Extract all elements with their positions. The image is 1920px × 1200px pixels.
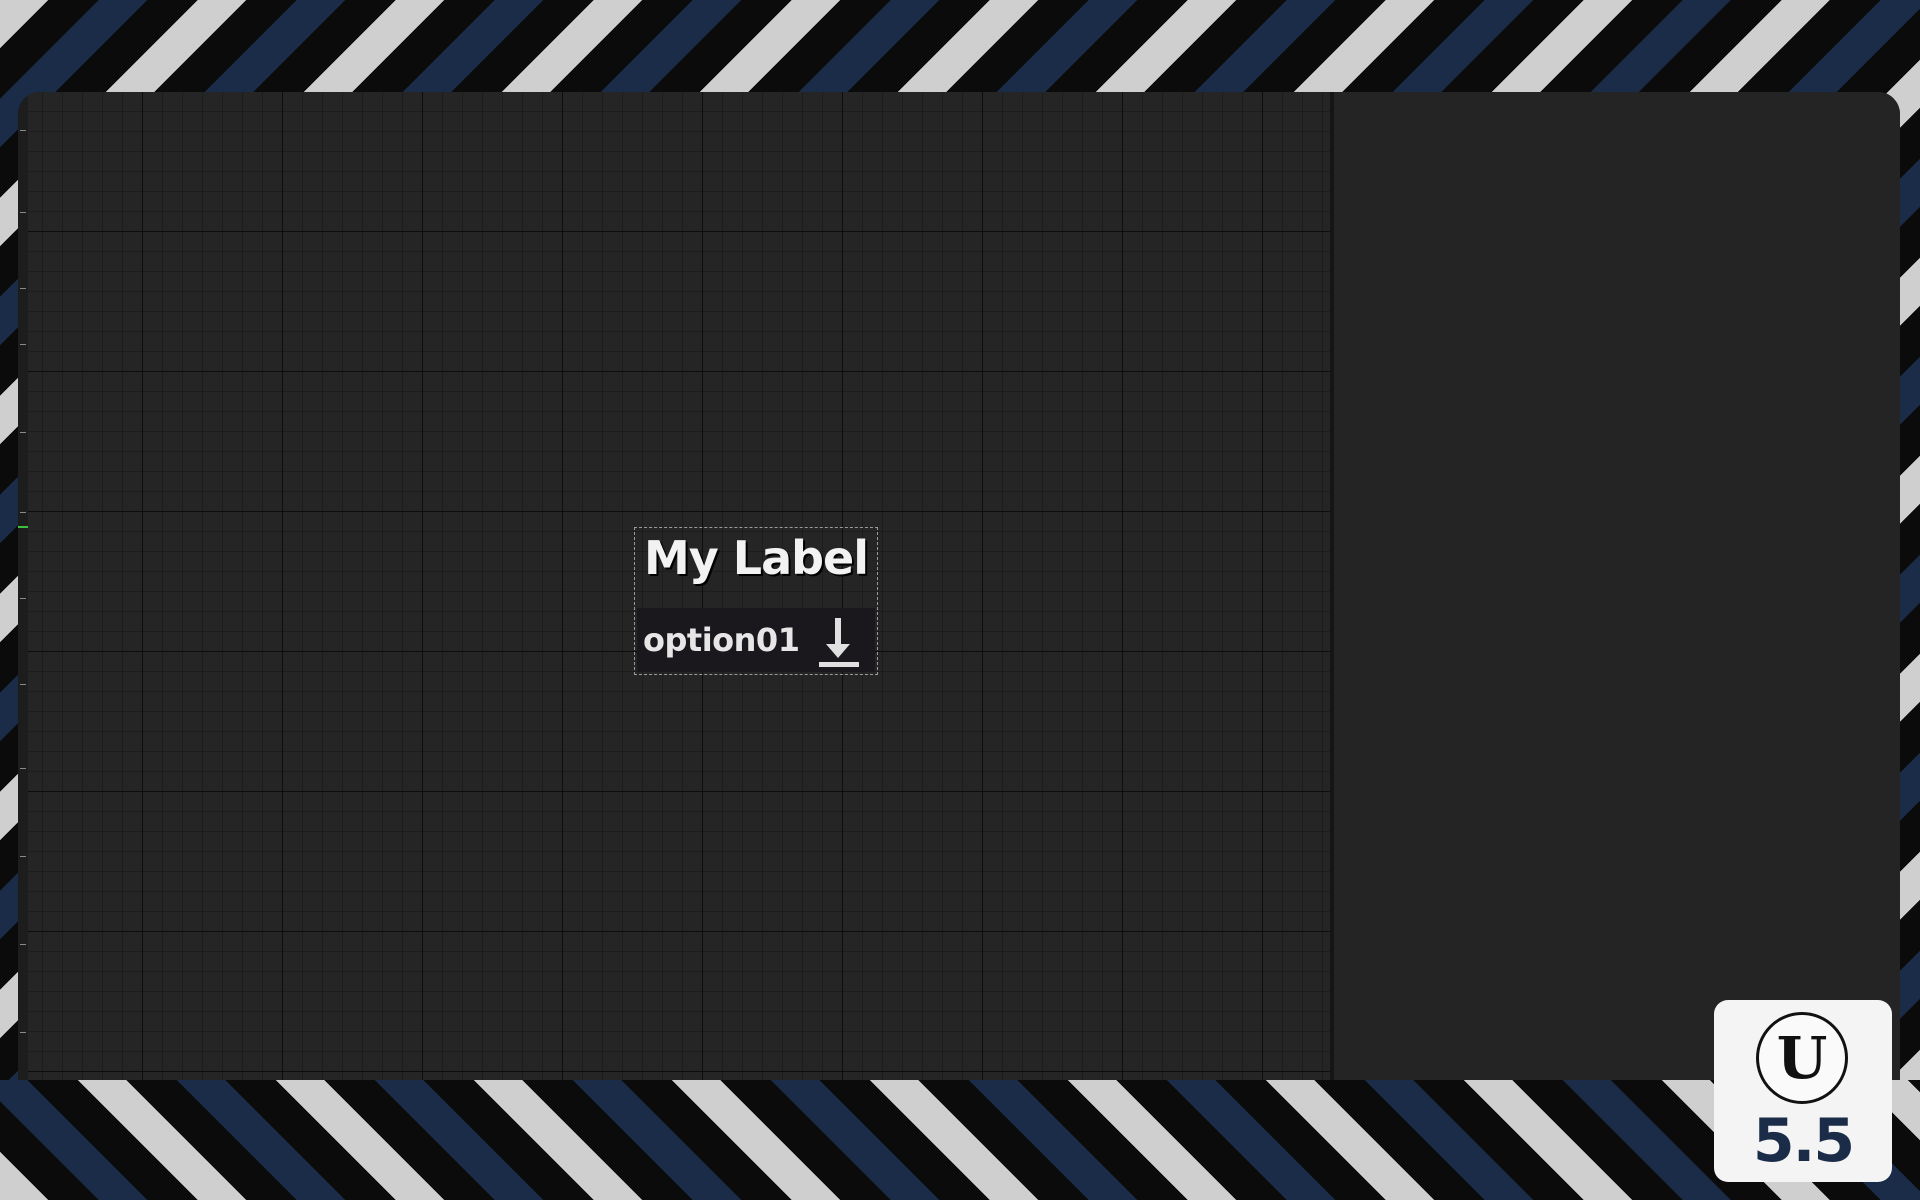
unreal-logo-icon: U [1756, 1012, 1848, 1104]
decorative-background-bottom [0, 1080, 1920, 1200]
ruler-tick [20, 432, 26, 433]
ruler-tick [20, 856, 26, 857]
combo-box-selected-option: option01 [643, 621, 800, 659]
ruler-tick [20, 944, 26, 945]
ruler-tick [20, 598, 26, 599]
umg-designer-window: My Label option01 [18, 92, 1900, 1080]
ruler-tick [20, 288, 26, 289]
combo-box[interactable]: option01 [637, 608, 875, 672]
ruler-tick [20, 344, 26, 345]
details-panel [1334, 92, 1900, 1080]
ruler-tick [20, 512, 26, 513]
unreal-logo-badge: U 5.5 [1714, 1000, 1892, 1182]
widget-preview[interactable]: My Label option01 [634, 527, 878, 675]
download-arrow-icon[interactable] [809, 614, 869, 670]
ruler-tick [20, 212, 26, 213]
unreal-logo-letter: U [1776, 1024, 1828, 1092]
text-block-label[interactable]: My Label [635, 528, 877, 588]
ruler-tick [20, 1032, 26, 1033]
engine-version-label: 5.5 [1752, 1106, 1855, 1176]
ruler-tick [20, 768, 26, 769]
ruler-tick [20, 130, 26, 131]
designer-canvas[interactable]: My Label option01 [28, 92, 1342, 1080]
ruler-tick [20, 684, 26, 685]
